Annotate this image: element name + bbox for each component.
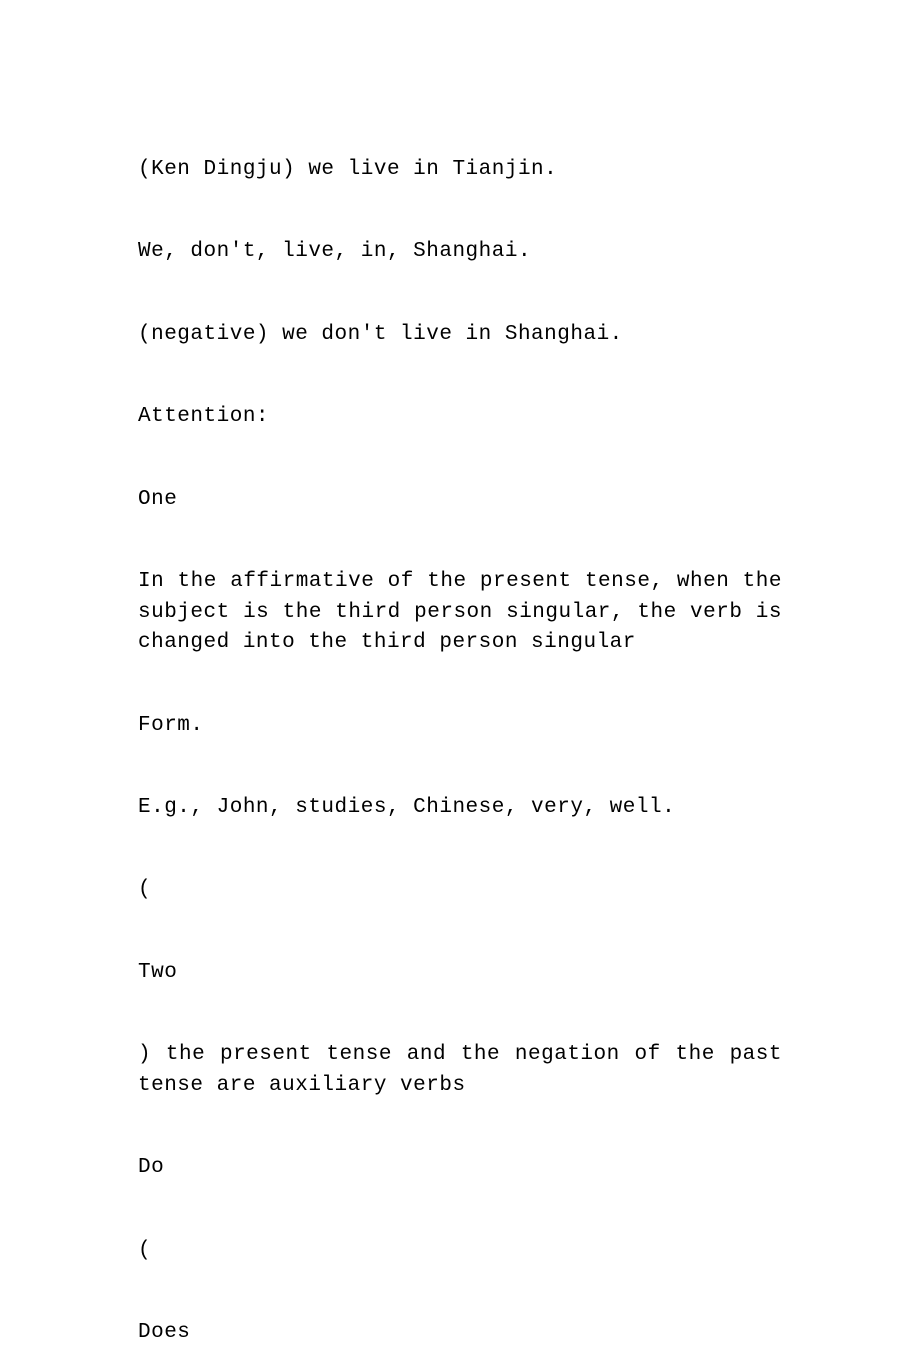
paragraph-12: Do — [138, 1153, 782, 1183]
paragraph-9: ( — [138, 875, 782, 905]
paragraph-3: (negative) we don't live in Shanghai. — [138, 320, 782, 350]
paragraph-5: One — [138, 485, 782, 515]
paragraph-1: (Ken Dingju) we live in Tianjin. — [138, 155, 782, 185]
paragraph-13: ( — [138, 1236, 782, 1266]
paragraph-11: ) the present tense and the negation of … — [138, 1040, 782, 1101]
paragraph-2: We, don't, live, in, Shanghai. — [138, 237, 782, 267]
paragraph-10: Two — [138, 958, 782, 988]
paragraph-14: Does — [138, 1318, 782, 1348]
paragraph-8: E.g., John, studies, Chinese, very, well… — [138, 793, 782, 823]
paragraph-6: In the affirmative of the present tense,… — [138, 567, 782, 658]
paragraph-4: Attention: — [138, 402, 782, 432]
paragraph-7: Form. — [138, 711, 782, 741]
